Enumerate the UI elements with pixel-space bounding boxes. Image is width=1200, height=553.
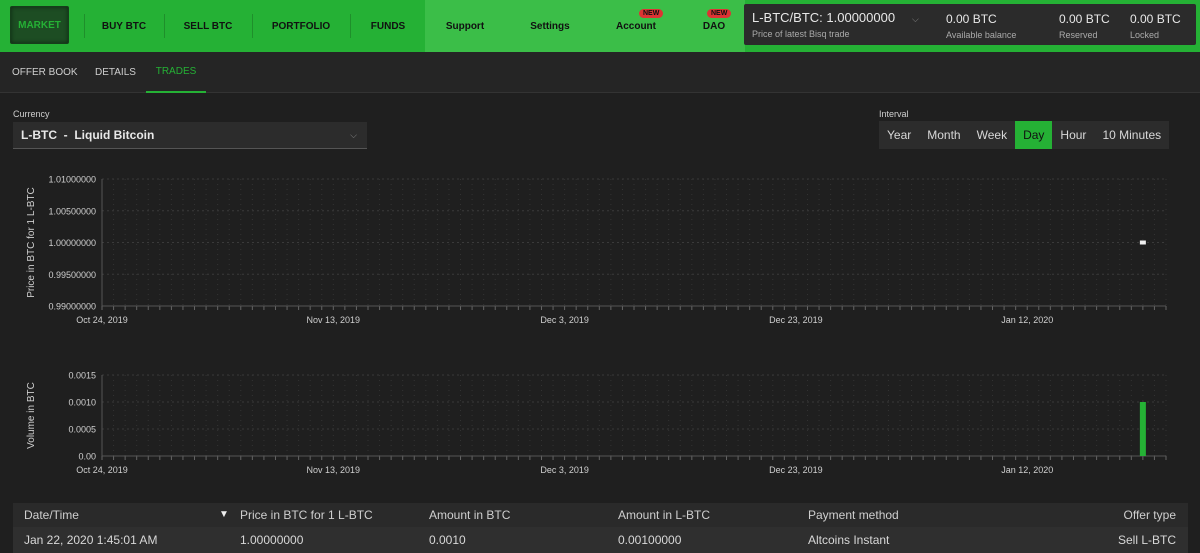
new-badge: NEW <box>639 9 664 18</box>
nav-market-button[interactable]: MARKET <box>10 6 69 44</box>
nav-settings-button[interactable]: Settings <box>515 0 585 52</box>
sort-desc-icon[interactable]: ▼ <box>219 509 229 520</box>
x-tick-label: Nov 13, 2019 <box>307 315 361 325</box>
y-tick-label: 1.01000000 <box>48 175 96 185</box>
nav-sell-btc-button[interactable]: SELL BTC <box>170 0 246 52</box>
y-tick-label: 0.99500000 <box>48 270 96 280</box>
reserved-balance-label: Reserved <box>1059 30 1098 40</box>
column-header-price[interactable]: Price in BTC for 1 L-BTC <box>240 503 373 527</box>
chevron-down-icon: ⌵ <box>350 130 357 140</box>
column-header-datetime[interactable]: Date/Time <box>24 503 79 527</box>
tab-trades[interactable]: TRADES <box>146 52 206 93</box>
interval-day-button[interactable]: Day <box>1015 121 1053 149</box>
volume-chart: 0.0015 0.0010 0.0005 0.00 Oct 24, 2019 Nov 13… <box>26 371 1167 475</box>
nav-account-button[interactable]: Account <box>603 0 669 52</box>
y-axis-label: Volume in BTC <box>26 382 37 449</box>
cell-datetime: Jan 22, 2020 1:45:01 AM <box>24 533 158 547</box>
y-tick-label: 0.00 <box>78 452 96 462</box>
locked-balance: 0.00 BTC <box>1130 12 1181 26</box>
x-tick-label: Oct 24, 2019 <box>76 465 128 475</box>
nav-divider <box>164 14 165 38</box>
table-row[interactable]: Jan 22, 2020 1:45:01 AM 1.00000000 0.001… <box>13 527 1188 553</box>
y-tick-label: 0.0015 <box>68 371 96 381</box>
cell-price: 1.00000000 <box>240 533 304 547</box>
nav-divider <box>252 14 253 38</box>
interval-10-minutes-button[interactable]: 10 Minutes <box>1094 121 1169 149</box>
cell-amount-lbtc: 0.00100000 <box>618 533 682 547</box>
x-tick-label: Dec 3, 2019 <box>540 465 589 475</box>
cell-payment-method: Altcoins Instant <box>808 533 890 547</box>
tab-details[interactable]: DETAILS <box>95 52 136 93</box>
new-badge: NEW <box>707 9 732 18</box>
nav-support-button[interactable]: Support <box>433 0 497 52</box>
y-tick-label: 0.0005 <box>68 425 96 435</box>
y-axis-label: Price in BTC for 1 L-BTC <box>26 187 37 298</box>
y-tick-label: 0.99000000 <box>48 302 96 312</box>
locked-balance-label: Locked <box>1130 30 1160 40</box>
column-header-amount-btc[interactable]: Amount in BTC <box>429 503 510 527</box>
nav-funds-button[interactable]: FUNDS <box>356 0 420 52</box>
cell-offer-type: Sell L-BTC <box>1117 533 1176 547</box>
x-tick-label: Dec 23, 2019 <box>769 465 823 475</box>
market-price-label: Price of latest Bisq trade <box>752 29 850 39</box>
interval-week-button[interactable]: Week <box>969 121 1015 149</box>
cell-amount-btc: 0.0010 <box>429 533 466 547</box>
market-price[interactable]: L-BTC/BTC: 1.00000000 <box>752 10 895 25</box>
x-tick-label: Jan 12, 2020 <box>1001 465 1053 475</box>
interval-toggle-group: Year Month Week Day Hour 10 Minutes <box>879 121 1170 149</box>
price-point[interactable] <box>1139 240 1146 245</box>
x-tick-label: Jan 12, 2020 <box>1001 315 1053 325</box>
column-header-offer-type[interactable]: Offer type <box>1124 503 1176 527</box>
secondary-nav: Support Settings Account NEW DAO NEW <box>425 0 745 52</box>
price-chart: 1.01000000 1.00500000 1.00000000 0.99500000… <box>26 175 1167 325</box>
available-balance: 0.00 BTC <box>946 12 997 26</box>
volume-bar[interactable] <box>1139 402 1146 456</box>
interval-year-button[interactable]: Year <box>879 121 919 149</box>
nav-buy-btc-button[interactable]: BUY BTC <box>90 0 158 52</box>
trades-table-header: Date/Time ▼ Price in BTC for 1 L-BTC Amo… <box>13 503 1188 527</box>
balance-panel: L-BTC/BTC: 1.00000000 ⌵ Price of latest … <box>744 4 1196 45</box>
chevron-down-icon[interactable]: ⌵ <box>912 14 919 25</box>
nav-dao-button[interactable]: DAO <box>689 0 739 52</box>
available-balance-label: Available balance <box>946 30 1017 40</box>
x-tick-label: Oct 24, 2019 <box>76 315 128 325</box>
x-tick-label: Dec 23, 2019 <box>769 315 823 325</box>
reserved-balance: 0.00 BTC <box>1059 12 1110 26</box>
y-tick-label: 1.00500000 <box>48 206 96 216</box>
nav-divider <box>350 14 351 38</box>
currency-value: L-BTC - Liquid Bitcoin <box>21 128 155 142</box>
interval-label: Interval <box>879 109 909 119</box>
y-tick-label: 1.00000000 <box>48 238 96 248</box>
nav-portfolio-button[interactable]: PORTFOLIO <box>258 0 344 52</box>
interval-hour-button[interactable]: Hour <box>1052 121 1094 149</box>
x-tick-label: Dec 3, 2019 <box>540 315 589 325</box>
interval-month-button[interactable]: Month <box>919 121 968 149</box>
currency-select[interactable]: L-BTC - Liquid Bitcoin ⌵ <box>13 122 367 149</box>
top-navigation-bar: MARKET BUY BTC SELL BTC PORTFOLIO FUNDS … <box>0 0 1200 52</box>
market-tabs: OFFER BOOK DETAILS TRADES <box>0 52 1200 93</box>
y-tick-label: 0.0010 <box>68 398 96 408</box>
column-header-amount-lbtc[interactable]: Amount in L-BTC <box>618 503 710 527</box>
tab-offer-book[interactable]: OFFER BOOK <box>12 52 78 93</box>
x-tick-label: Nov 13, 2019 <box>307 465 361 475</box>
column-header-payment-method[interactable]: Payment method <box>808 503 899 527</box>
currency-label: Currency <box>13 109 50 119</box>
nav-divider <box>84 14 85 38</box>
